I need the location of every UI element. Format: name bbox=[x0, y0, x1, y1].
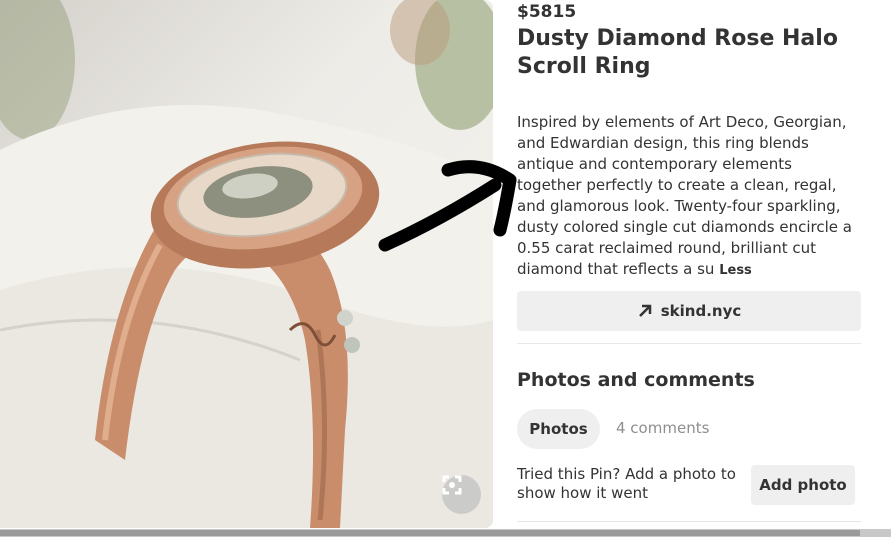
add-photo-prompt: Tried this Pin? Add a photo to show how … bbox=[517, 465, 736, 502]
source-link-label: skind.nyc bbox=[660, 302, 742, 320]
annotation-arrow bbox=[378, 160, 517, 252]
tab-comments[interactable]: 4 comments bbox=[616, 419, 709, 437]
description-text: Inspired by elements of Art Deco, Georgi… bbox=[517, 113, 852, 278]
source-link-button[interactable]: skind.nyc bbox=[517, 291, 861, 331]
pin-title: Dusty Diamond Rose Halo Scroll Ring bbox=[517, 26, 838, 79]
price: $5815 bbox=[517, 2, 577, 22]
section-divider bbox=[517, 343, 861, 344]
pin-image[interactable] bbox=[0, 0, 493, 528]
pin-description: Inspired by elements of Art Deco, Georgi… bbox=[517, 112, 861, 281]
expand-icon bbox=[442, 475, 462, 495]
tab-photos[interactable]: Photos bbox=[517, 409, 600, 449]
add-photo-button[interactable]: Add photo bbox=[751, 465, 855, 505]
scrollbar-thumb[interactable] bbox=[0, 530, 860, 536]
expand-image-button[interactable] bbox=[442, 475, 481, 514]
horizontal-scrollbar[interactable] bbox=[0, 529, 891, 537]
ring-photo bbox=[0, 0, 493, 528]
photos-comments-heading: Photos and comments bbox=[517, 369, 755, 391]
bottom-divider bbox=[517, 521, 861, 522]
less-link[interactable]: Less bbox=[719, 263, 752, 278]
arrow-up-right-icon bbox=[638, 304, 651, 317]
